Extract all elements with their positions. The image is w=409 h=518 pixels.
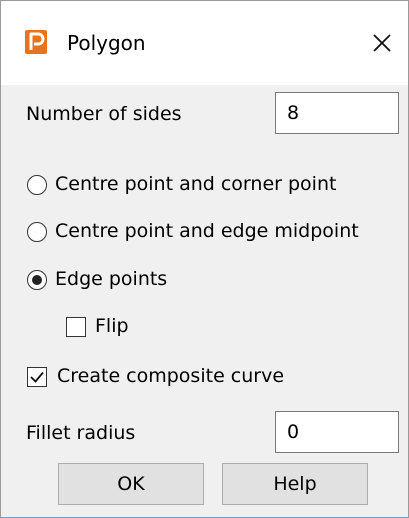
checkmark-icon	[30, 371, 44, 383]
radio-edge-points-label[interactable]: Edge points	[55, 268, 167, 290]
number-of-sides-label: Number of sides	[26, 103, 182, 125]
fillet-radius-label: Fillet radius	[26, 422, 136, 444]
number-of-sides-input[interactable]: 8	[275, 92, 399, 134]
app-logo-icon	[25, 30, 47, 54]
flip-checkbox[interactable]	[66, 317, 86, 337]
composite-curve-label[interactable]: Create composite curve	[57, 365, 284, 387]
flip-label[interactable]: Flip	[95, 315, 129, 337]
polygon-dialog: Polygon Number of sides 8 Centre point a…	[0, 0, 409, 518]
title-bar[interactable]: Polygon	[1, 1, 408, 85]
close-icon[interactable]	[367, 28, 397, 58]
dialog-body: Number of sides 8 Centre point and corne…	[1, 85, 408, 517]
radio-centre-corner-label[interactable]: Centre point and corner point	[55, 173, 336, 195]
help-button[interactable]: Help	[222, 463, 368, 505]
window-title: Polygon	[67, 31, 146, 55]
composite-curve-checkbox[interactable]	[27, 367, 47, 387]
radio-centre-corner[interactable]	[27, 175, 47, 195]
radio-centre-midpoint-label[interactable]: Centre point and edge midpoint	[55, 220, 359, 242]
radio-edge-points[interactable]	[27, 270, 47, 290]
radio-selected-dot	[32, 275, 42, 285]
ok-button[interactable]: OK	[58, 463, 204, 505]
radio-centre-midpoint[interactable]	[27, 222, 47, 242]
fillet-radius-input[interactable]: 0	[275, 411, 399, 453]
